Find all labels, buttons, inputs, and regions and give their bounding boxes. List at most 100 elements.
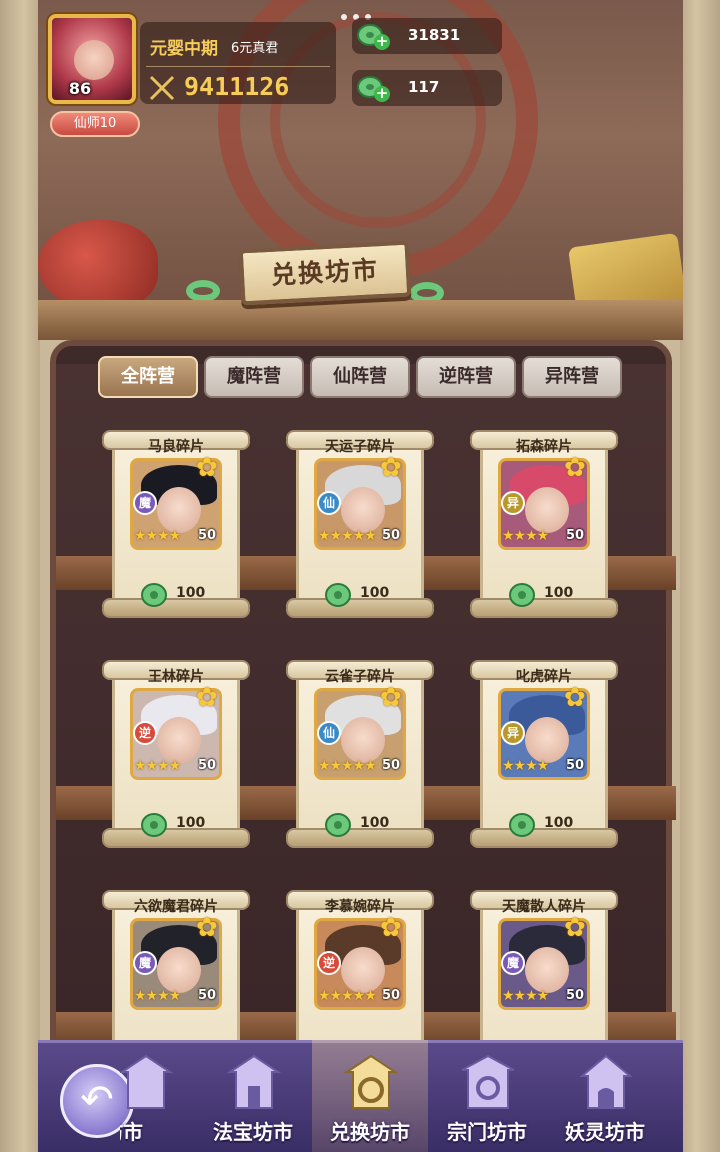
shard-count: 50 <box>382 758 401 773</box>
faction-badge: 逆 <box>317 951 341 975</box>
card-scroll-bottom <box>286 598 434 618</box>
card-scroll-bottom <box>470 828 618 848</box>
flower-badge-icon: ✿ <box>564 913 586 943</box>
flower-badge-icon: ✿ <box>196 453 218 483</box>
currency-jade-token[interactable]: + 117 <box>352 70 502 106</box>
flower-badge-icon: ✿ <box>564 453 586 483</box>
nav-market[interactable]: 坊市 <box>120 1046 190 1146</box>
add-currency-button[interactable]: + <box>374 34 390 50</box>
tab-rebel[interactable]: 逆阵营 <box>416 356 516 398</box>
hero-face <box>525 487 569 533</box>
shard-card[interactable]: 叱虎碎片 ✿ 异 ★★★★ 50 100 <box>470 660 618 850</box>
shard-count: 50 <box>198 528 217 543</box>
shard-count: 50 <box>198 988 217 1003</box>
hero-face <box>341 947 385 993</box>
hero-face <box>157 487 201 533</box>
shard-count: 50 <box>566 758 585 773</box>
shard-count: 50 <box>382 988 401 1003</box>
shard-card[interactable]: 天魔散人碎片 ✿ 魔 ★★★★ 50 <box>470 890 618 1040</box>
shard-price: 100 <box>176 815 206 831</box>
shop-title-sign: 兑换坊市 <box>238 240 412 306</box>
flower-badge-icon: ✿ <box>380 913 402 943</box>
jade-coin-icon <box>325 813 351 837</box>
shard-count: 50 <box>566 988 585 1003</box>
shard-card[interactable]: 马良碎片 ✿ 魔 ★★★★ 50 100 <box>102 430 250 620</box>
shard-card[interactable]: 王林碎片 ✿ 逆 ★★★★ 50 100 <box>102 660 250 850</box>
faction-badge: 仙 <box>317 491 341 515</box>
star-rating: ★★★★★ <box>318 758 377 774</box>
shard-name: 李慕婉碎片 <box>325 899 395 915</box>
combat-power: 9411126 <box>184 72 290 101</box>
shard-card[interactable]: 拓森碎片 ✿ 异 ★★★★ 50 100 <box>470 430 618 620</box>
currency-value: 117 <box>408 78 440 96</box>
shard-name: 王林碎片 <box>148 669 204 685</box>
nav-sect-market[interactable]: 宗门坊市 <box>432 1046 542 1146</box>
faction-badge: 魔 <box>133 951 157 975</box>
faction-badge: 逆 <box>133 721 157 745</box>
card-scroll-bottom <box>102 828 250 848</box>
star-rating: ★★★★ <box>502 988 549 1004</box>
shard-name: 叱虎碎片 <box>516 669 572 685</box>
faction-badge: 魔 <box>501 951 525 975</box>
faction-badge: 异 <box>501 721 525 745</box>
hero-face <box>525 717 569 763</box>
nav-exchange-market[interactable]: 兑换坊市 <box>315 1046 425 1146</box>
shard-card[interactable]: 云雀子碎片 ✿ 仙 ★★★★★ 50 100 <box>286 660 434 850</box>
shard-name: 天魔散人碎片 <box>502 899 586 915</box>
star-rating: ★★★★ <box>134 528 181 544</box>
tab-immortal[interactable]: 仙阵营 <box>310 356 410 398</box>
sect-market-icon <box>461 1054 515 1109</box>
shard-name: 云雀子碎片 <box>325 669 395 685</box>
flower-badge-icon: ✿ <box>380 453 402 483</box>
shard-card[interactable]: 李慕婉碎片 ✿ 逆 ★★★★★ 50 <box>286 890 434 1040</box>
hero-face <box>341 717 385 763</box>
counter-shelf <box>38 300 683 340</box>
tab-alien[interactable]: 异阵营 <box>522 356 622 398</box>
jade-decoration <box>186 280 220 302</box>
shard-price: 100 <box>176 585 206 601</box>
player-title: 6元真君 <box>231 41 279 56</box>
treasure-bag-decoration <box>38 220 158 310</box>
shard-card[interactable]: 天运子碎片 ✿ 仙 ★★★★★ 50 100 <box>286 430 434 620</box>
nav-label: 妖灵坊市 <box>565 1120 645 1144</box>
shard-count: 50 <box>566 528 585 543</box>
shard-count: 50 <box>382 528 401 543</box>
tab-all[interactable]: 全阵营 <box>98 356 198 398</box>
hero-face <box>341 487 385 533</box>
player-level: 86 <box>68 79 92 98</box>
card-scroll-bottom <box>102 598 250 618</box>
star-rating: ★★★★ <box>134 758 181 774</box>
rank-badge[interactable]: 仙师10 <box>50 111 140 137</box>
shard-count: 50 <box>198 758 217 773</box>
hero-face <box>157 947 201 993</box>
shard-price: 100 <box>360 815 390 831</box>
shard-card[interactable]: 六欲魔君碎片 ✿ 魔 ★★★★ 50 <box>102 890 250 1040</box>
star-rating: ★★★★★ <box>318 988 377 1004</box>
jade-coin-icon <box>509 583 535 607</box>
jade-coin-icon <box>141 813 167 837</box>
info-divider <box>146 66 330 67</box>
card-scroll-bottom <box>286 828 434 848</box>
faction-tabs: 全阵营 魔阵营 仙阵营 逆阵营 异阵营 <box>98 356 622 398</box>
add-currency-button[interactable]: + <box>374 86 390 102</box>
shard-name: 天运子碎片 <box>325 439 395 455</box>
nav-label: 兑换坊市 <box>330 1120 410 1144</box>
nav-label: 法宝坊市 <box>213 1120 293 1144</box>
right-border <box>680 0 720 1152</box>
exchange-market-icon <box>343 1054 399 1109</box>
flower-badge-icon: ✿ <box>196 683 218 713</box>
nav-treasure-market[interactable]: 法宝坊市 <box>198 1046 308 1146</box>
nav-label: 坊市 <box>120 1120 143 1144</box>
faction-badge: 仙 <box>317 721 341 745</box>
flower-badge-icon: ✿ <box>380 683 402 713</box>
shard-name: 拓森碎片 <box>516 439 572 455</box>
jade-coin-icon <box>141 583 167 607</box>
faction-badge: 魔 <box>133 491 157 515</box>
hero-face <box>525 947 569 993</box>
currency-jade-coin[interactable]: + 31831 <box>352 18 502 54</box>
card-scroll-bottom <box>470 598 618 618</box>
tab-demon[interactable]: 魔阵营 <box>204 356 304 398</box>
flower-badge-icon: ✿ <box>564 683 586 713</box>
star-rating: ★★★★ <box>502 758 549 774</box>
nav-spirit-market[interactable]: 妖灵坊市 <box>550 1046 660 1146</box>
